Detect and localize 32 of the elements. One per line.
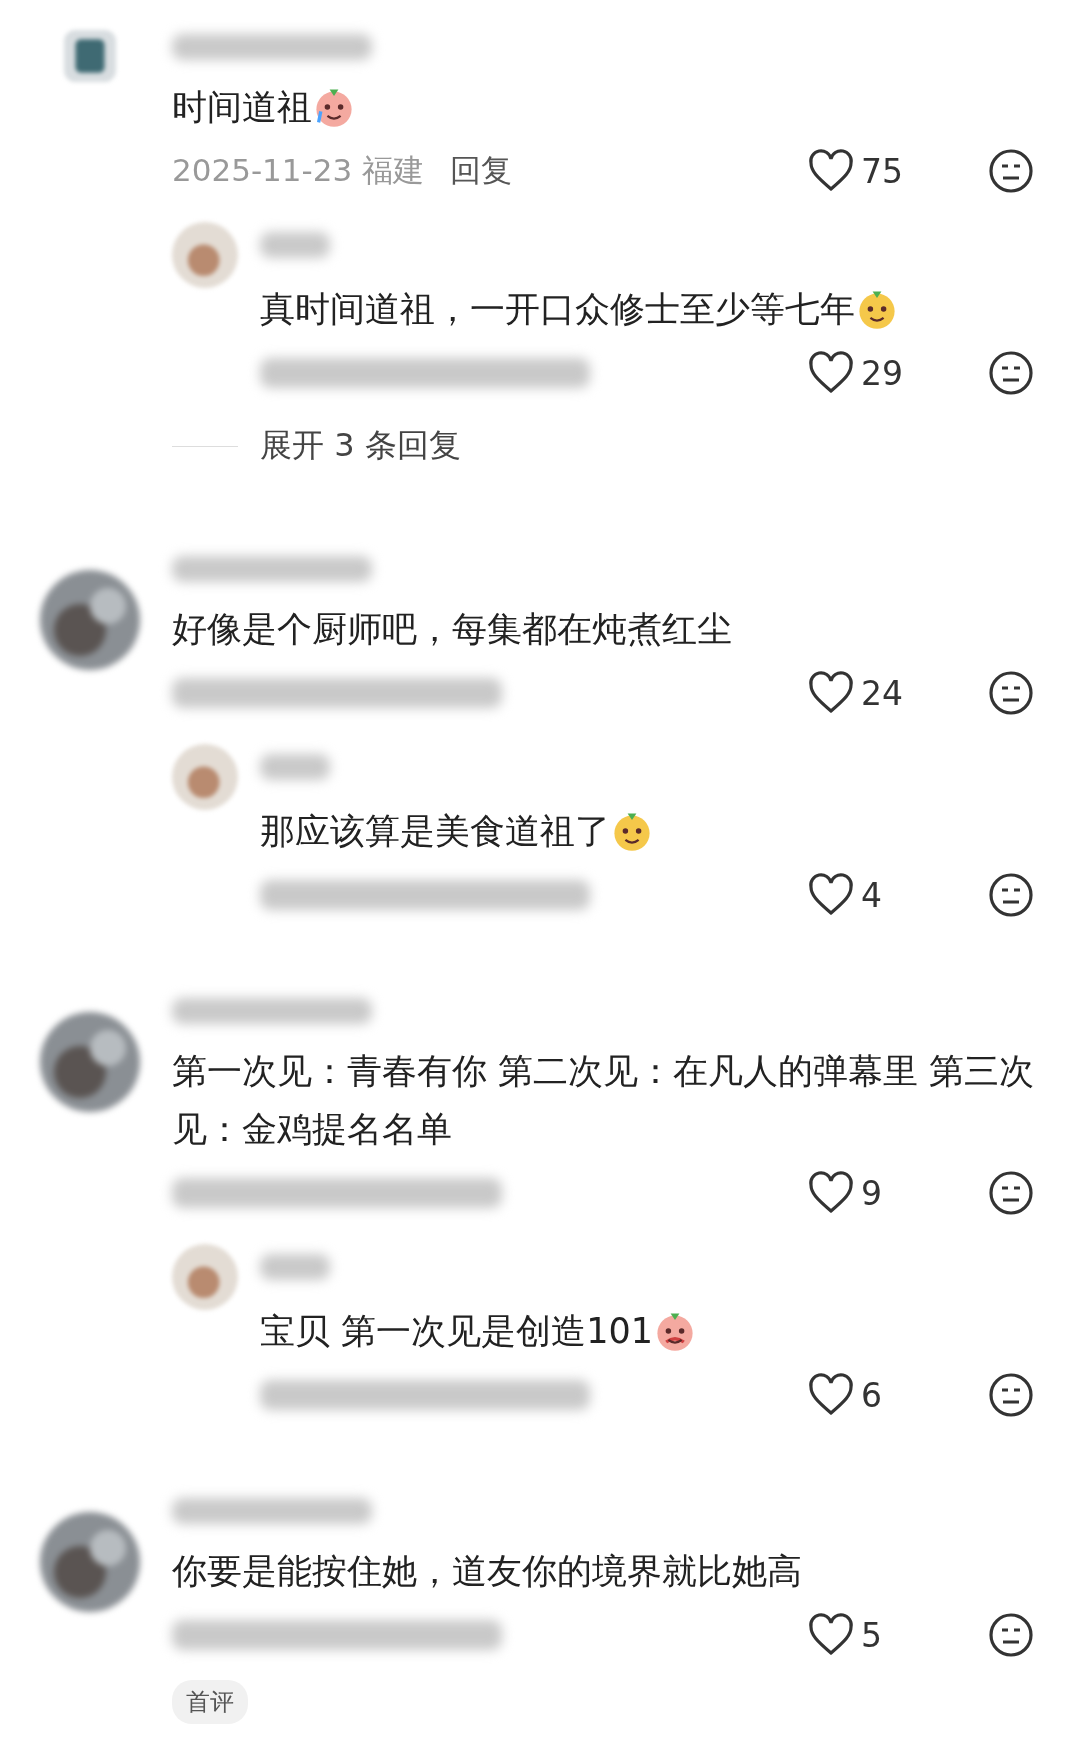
like-count: 6: [860, 1375, 883, 1415]
comment-text: 时间道祖: [172, 78, 1035, 136]
like-count: 4: [860, 875, 883, 915]
like-count: 75: [860, 151, 904, 191]
reply-text: 那应该算是美食道祖了: [260, 802, 1035, 860]
reply-text: 宝贝 第一次见是创造101: [260, 1302, 1035, 1360]
neutral-face-icon[interactable]: [987, 1371, 1035, 1419]
like-count: 29: [860, 353, 904, 393]
comment-text: 你要是能按住她，道友你的境界就比她高: [172, 1550, 803, 1593]
blurred-text: [260, 232, 330, 258]
blurred-text: [260, 754, 330, 780]
neutral-face-icon[interactable]: [987, 349, 1035, 397]
comment-text: 好像是个厨师吧，每集都在炖煮红尘: [172, 608, 733, 651]
avatar: [172, 1244, 238, 1310]
first-comment-tag: 首评: [172, 1680, 248, 1724]
neutral-face-icon[interactable]: [987, 147, 1035, 195]
like-count: 5: [860, 1615, 883, 1655]
neutral-face-icon[interactable]: [987, 1611, 1035, 1659]
neutral-face-icon[interactable]: [987, 1169, 1035, 1217]
avatar: [172, 222, 238, 288]
reply-text: 真时间道祖，一开口众修士至少等七年: [260, 280, 1035, 338]
blurred-text: [260, 1254, 330, 1280]
comment-date: 2025-11-23 福建: [172, 151, 424, 190]
reply-button[interactable]: 回复: [450, 150, 512, 192]
neutral-face-icon[interactable]: [987, 871, 1035, 919]
comment-text: 第一次见：青春有你 第二次见：在凡人的弹幕里 第三次见：金鸡提名名单: [172, 1050, 1035, 1151]
expand-replies-link[interactable]: 展开 3 条回复: [260, 424, 461, 468]
neutral-face-icon[interactable]: [987, 669, 1035, 717]
like-count: 9: [860, 1173, 883, 1213]
avatar: [64, 28, 116, 84]
avatar: [172, 744, 238, 810]
like-count: 24: [860, 673, 904, 713]
